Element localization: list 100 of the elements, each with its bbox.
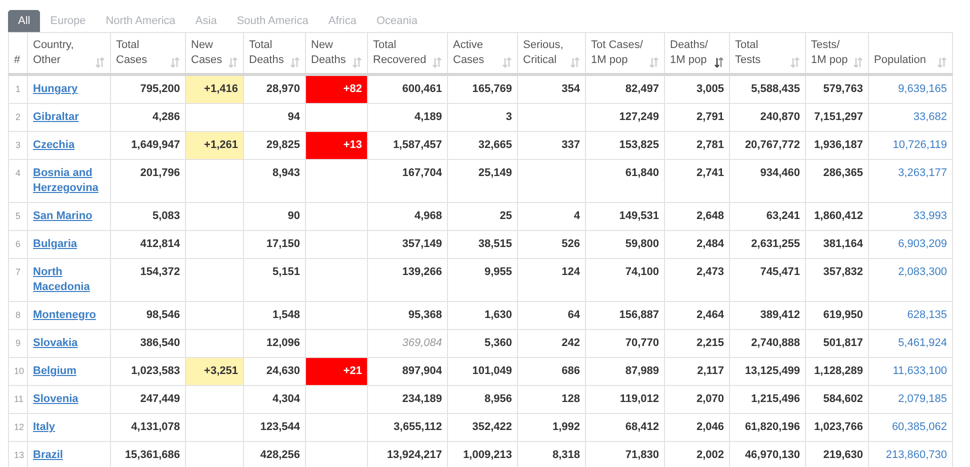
table-cell: 11,633,100: [868, 358, 952, 386]
rank-cell: 2: [8, 104, 28, 132]
table-cell: 1,587,457: [368, 132, 448, 160]
region-tab[interactable]: North America: [96, 10, 186, 32]
table-cell: 90: [244, 202, 306, 230]
table-cell: 1,128,289: [806, 358, 868, 386]
table-cell: 357,149: [368, 230, 448, 258]
table-cell: 98,546: [110, 302, 186, 330]
table-cell: 20,767,772: [730, 132, 806, 160]
table-cell: 12,096: [244, 330, 306, 358]
table-cell: 386,540: [110, 330, 186, 358]
column-header[interactable]: Country, Other: [28, 32, 110, 74]
table-cell: 354: [518, 74, 586, 104]
table-cell: 234,189: [368, 386, 448, 414]
column-header[interactable]: Tot Cases/ 1M pop: [586, 32, 664, 74]
table-cell: 2,484: [664, 230, 730, 258]
rank-cell: 10: [8, 358, 28, 386]
table-cell: 2,070: [664, 386, 730, 414]
table-cell: 6,903,209: [868, 230, 952, 258]
table-cell: 64: [518, 302, 586, 330]
table-cell: 1,630: [448, 302, 518, 330]
table-cell: 9,955: [448, 258, 518, 302]
table-cell: 600,461: [368, 74, 448, 104]
column-header: #: [8, 32, 28, 74]
table-cell: 94: [244, 104, 306, 132]
table-cell: 686: [518, 358, 586, 386]
table-cell: 154,372: [110, 258, 186, 302]
column-header[interactable]: Total Tests: [730, 32, 806, 74]
table-cell: 87,989: [586, 358, 664, 386]
table-cell: 1,936,187: [806, 132, 868, 160]
column-header[interactable]: New Deaths: [306, 32, 368, 74]
table-cell: 242: [518, 330, 586, 358]
table-cell: 156,887: [586, 302, 664, 330]
column-header[interactable]: New Cases: [186, 32, 244, 74]
table-cell: 369,084: [368, 330, 448, 358]
table-cell: 381,164: [806, 230, 868, 258]
rank-cell: 11: [8, 386, 28, 414]
table-cell: 63,241: [730, 202, 806, 230]
rank-cell: 13: [8, 442, 28, 467]
table-cell: 2,464: [664, 302, 730, 330]
table-cell: 5,083: [110, 202, 186, 230]
table-cell: 7,151,297: [806, 104, 868, 132]
table-cell: 32,665: [448, 132, 518, 160]
table-cell: 9,639,165: [868, 74, 952, 104]
rank-cell: 4: [8, 160, 28, 202]
table-cell: 337: [518, 132, 586, 160]
table-cell: 61,840: [586, 160, 664, 202]
region-tab[interactable]: Europe: [40, 10, 96, 32]
table-cell: 59,800: [586, 230, 664, 258]
table-cell: 619,950: [806, 302, 868, 330]
table-cell: 82,497: [586, 74, 664, 104]
table-cell: 4: [518, 202, 586, 230]
table-cell: +13: [306, 132, 368, 160]
table-cell: 247,449: [110, 386, 186, 414]
table-cell: 934,460: [730, 160, 806, 202]
table-cell: 165,769: [448, 74, 518, 104]
column-header[interactable]: Population: [868, 32, 952, 74]
table-cell: 1,992: [518, 414, 586, 442]
table-cell: 124: [518, 258, 586, 302]
table-cell: +1,416: [186, 74, 244, 104]
table-cell: 2,740,888: [730, 330, 806, 358]
column-header[interactable]: Deaths/ 1M pop: [664, 32, 730, 74]
table-cell: 2,079,185: [868, 386, 952, 414]
region-tab[interactable]: All: [8, 10, 40, 32]
rank-cell: 12: [8, 414, 28, 442]
table-cell: +1,261: [186, 132, 244, 160]
table-cell: 2,791: [664, 104, 730, 132]
table-cell: 128: [518, 386, 586, 414]
table-cell: 3: [448, 104, 518, 132]
table-cell: 139,266: [368, 258, 448, 302]
table-cell: 745,471: [730, 258, 806, 302]
table-cell: 240,870: [730, 104, 806, 132]
table-cell: 352,422: [448, 414, 518, 442]
region-tab[interactable]: Africa: [318, 10, 366, 32]
column-header[interactable]: Tests/ 1M pop: [806, 32, 868, 74]
table-cell: 2,473: [664, 258, 730, 302]
table-cell: 584,602: [806, 386, 868, 414]
region-tab[interactable]: Asia: [185, 10, 227, 32]
table-cell: 2,648: [664, 202, 730, 230]
column-header[interactable]: Total Recovered: [368, 32, 448, 74]
table-cell: 1,215,496: [730, 386, 806, 414]
table-cell: 17,150: [244, 230, 306, 258]
table-cell: 119,012: [586, 386, 664, 414]
table-cell: 579,763: [806, 74, 868, 104]
table-cell: 2,631,255: [730, 230, 806, 258]
table-cell: 101,049: [448, 358, 518, 386]
sort-icon[interactable]: [714, 57, 724, 68]
table-cell: 127,249: [586, 104, 664, 132]
country-link[interactable]: Italy: [33, 420, 56, 435]
column-header[interactable]: Total Cases: [110, 32, 186, 74]
column-header[interactable]: Active Cases: [448, 32, 518, 74]
table-cell: 526: [518, 230, 586, 258]
table-cell: 4,968: [368, 202, 448, 230]
table-cell: 5,461,924: [868, 330, 952, 358]
column-header[interactable]: Serious, Critical: [518, 32, 586, 74]
column-header[interactable]: Total Deaths: [244, 32, 306, 74]
region-tab[interactable]: Oceania: [366, 10, 428, 32]
table-cell: 2,215: [664, 330, 730, 358]
region-tab[interactable]: South America: [226, 10, 318, 32]
table-cell: 25,149: [448, 160, 518, 202]
